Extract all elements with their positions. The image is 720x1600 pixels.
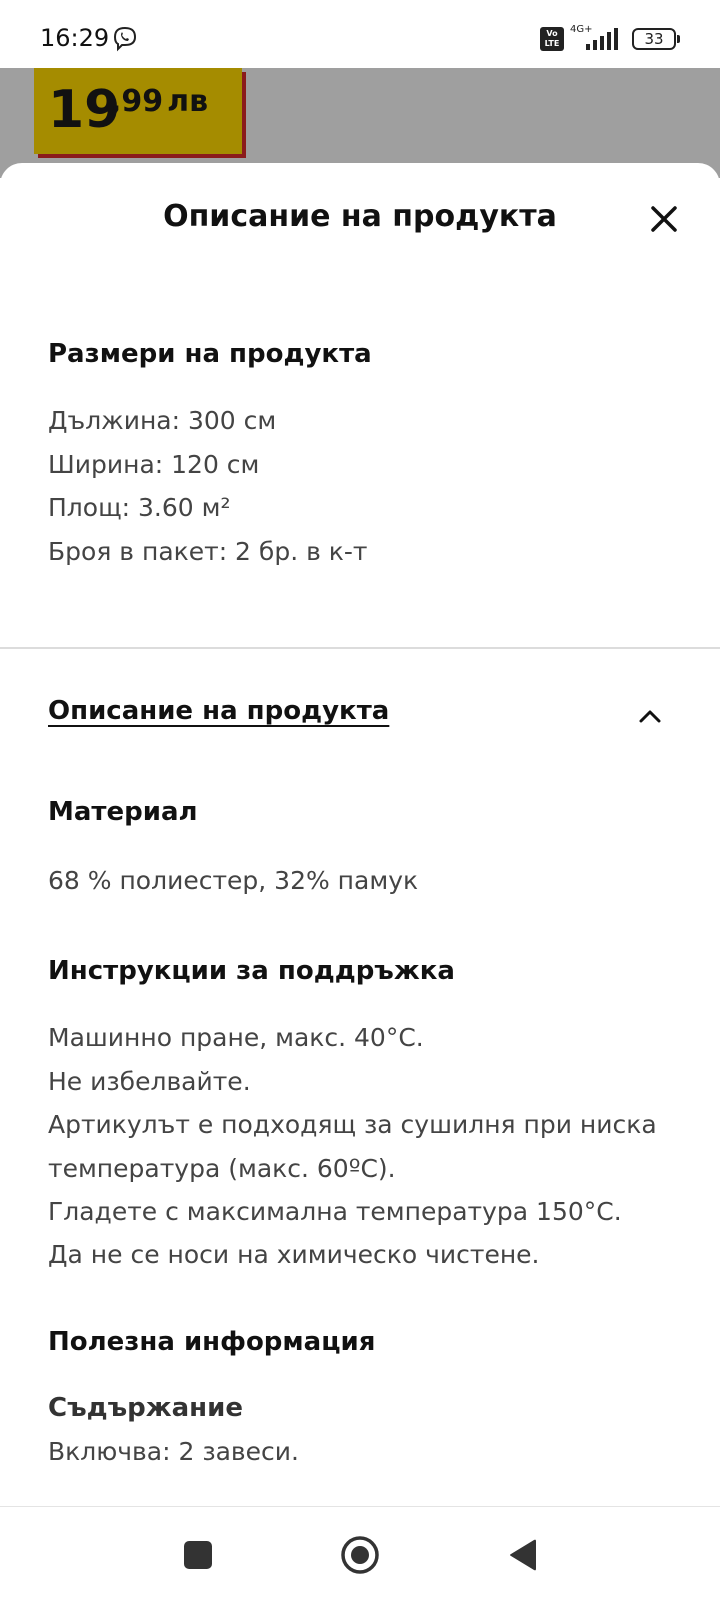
dimension-length: Дължина: 300 см [48, 406, 277, 435]
care-line: Машинно пране, макс. 40°C. [48, 1023, 424, 1052]
status-time: 16:29 [40, 24, 110, 52]
section-divider [0, 647, 720, 649]
care-heading: Инструкции за поддръжка [48, 956, 455, 986]
material-heading: Материал [48, 797, 198, 827]
system-nav-bar [0, 1506, 720, 1600]
volte-icon: Vo LTE [540, 27, 564, 51]
price-currency: лв [167, 84, 209, 119]
viber-icon [113, 26, 137, 52]
signal-icon [586, 28, 618, 50]
dimension-pack-count: Броя в пакет: 2 бр. в к-т [48, 537, 368, 566]
care-line: Артикулът е подходящ за сушилня при ниск… [48, 1110, 657, 1139]
status-bar: 16:29 Vo LTE 4G+ 33 [0, 0, 720, 68]
chevron-up-icon[interactable] [636, 702, 664, 730]
description-accordion-title[interactable]: Описание на продукта [48, 696, 389, 726]
nav-square-icon[interactable] [184, 1541, 212, 1569]
price-fraction: ,99 [110, 84, 164, 119]
care-line: температура (макс. 60ºC). [48, 1154, 396, 1183]
nav-home-icon[interactable] [340, 1535, 380, 1575]
care-line: Не избелвайте. [48, 1067, 251, 1096]
useful-info-heading: Полезна информация [48, 1327, 376, 1357]
dimensions-heading: Размери на продукта [48, 339, 372, 369]
nav-back-icon[interactable] [508, 1538, 538, 1572]
dimension-area: Площ: 3.60 м² [48, 493, 231, 522]
price-tag: 19 ,99 лв [34, 68, 242, 154]
contents-heading: Съдържание [48, 1393, 243, 1423]
care-line: Гладете с максимална температура 150°C. [48, 1197, 622, 1226]
close-icon[interactable] [648, 203, 680, 235]
sheet-title: Описание на продукта [163, 199, 557, 234]
contents-text: Включва: 2 завеси. [48, 1437, 299, 1466]
material-text: 68 % полиестер, 32% памук [48, 866, 419, 895]
dimension-width: Ширина: 120 см [48, 450, 260, 479]
price-fraction-currency: ,99 лв [110, 84, 208, 119]
description-accordion-header[interactable]: Описание на продукта [48, 696, 672, 740]
battery-icon: 33 [632, 28, 680, 50]
care-line: Да не се носи на химическо чистене. [48, 1240, 540, 1269]
product-description-sheet: Описание на продукта Размери на продукта… [0, 163, 720, 1506]
